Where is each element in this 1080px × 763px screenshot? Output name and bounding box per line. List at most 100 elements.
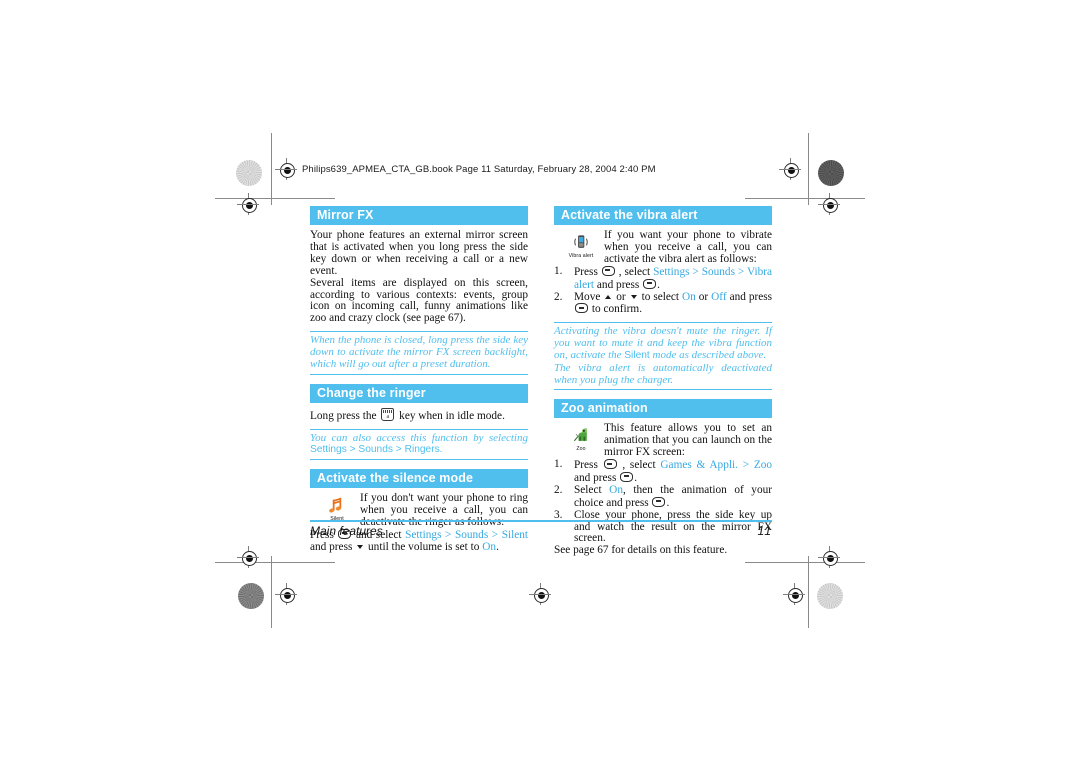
ok-key-icon (603, 459, 617, 470)
silent-icon-box: Silent (310, 493, 360, 522)
registration-mark-bottom-center (529, 583, 551, 605)
zoo-step1-press: Press (574, 459, 598, 472)
zoo-step-1: Press , select Games & Appli. > Zoo and … (554, 459, 772, 485)
zoo-step-2: Select On, then the animation of your ch… (554, 483, 773, 510)
left-column: Mirror FX Your phone features an externa… (310, 206, 528, 569)
vibra-step2-or: or (616, 290, 626, 303)
zoo-step1-select: , select (622, 459, 656, 472)
change-ringer-note: You can also access this function by sel… (310, 428, 528, 461)
ok-key-icon (620, 471, 634, 482)
registration-mark-bottom-left (237, 546, 259, 568)
crop-line-right-vert-b (808, 556, 809, 628)
zoo-path-zoo: Zoo (753, 459, 773, 472)
crop-line-right-vert (808, 133, 809, 205)
vibra-alert-icon-caption: Vibra alert (568, 253, 594, 259)
vibra-note-1-tail: mode as described above. (652, 348, 767, 361)
change-ringer-note-text: You can also access this function by sel… (310, 431, 528, 457)
vibra-step1-and-press: and press (596, 278, 640, 291)
book-file-header: Philips639_APMEA_CTA_GB.book Page 11 Sat… (302, 164, 656, 175)
zoo-path-sep: > (742, 459, 750, 472)
vibra-step2-end: to confirm. (591, 303, 643, 316)
mirror-fx-note-text: When the phone is closed, long press the… (310, 334, 528, 370)
zoo-icon-box: Zoo (554, 423, 604, 452)
mirror-fx-paragraph-1: Your phone features an external mirror s… (310, 229, 528, 277)
page-footer: Main features 11 (310, 520, 772, 538)
zoo-step1-andpress: and press (574, 471, 617, 484)
vibra-alert-steps: Press , select Settings > Sounds > Vibra… (554, 265, 773, 317)
silence-step-and: and (310, 540, 327, 553)
ok-key-icon (575, 303, 588, 314)
vibra-alert-icon-box: Vibra alert (554, 230, 604, 259)
ok-key-icon (643, 278, 657, 289)
registration-mark-mid-left (237, 193, 259, 215)
vibra-step-2: Move or to select On or Off and press to… (554, 290, 773, 317)
change-ringer-instruction: Long press the key when in idle mode. (310, 407, 528, 423)
nav-up-key-icon (605, 294, 612, 299)
nav-down-key-icon (357, 544, 364, 549)
section-heading-silence-mode: Activate the silence mode (310, 469, 528, 489)
vibra-step1-end: . (657, 278, 660, 291)
vibra-path-sounds: Sounds (701, 265, 735, 278)
mirror-fx-note: When the phone is closed, long press the… (310, 331, 528, 375)
change-ringer-note-path: Settings > Sounds > Ringers. (310, 444, 443, 456)
vibra-value-or: or (698, 290, 709, 303)
vibra-step2-move: Move (574, 290, 601, 303)
zoo-step2-end: . (666, 496, 670, 509)
ok-key-icon (652, 496, 666, 507)
vibra-step1-press: Press (574, 265, 598, 278)
two-column-body: Mirror FX Your phone features an externa… (310, 206, 772, 569)
registration-mark-low-left (275, 583, 297, 605)
vibra-note-1: Activating the vibra doesn't mute the ri… (554, 326, 772, 361)
registration-mark-low-right (818, 546, 840, 568)
section-heading-zoo-animation: Zoo animation (554, 399, 772, 419)
vibra-step2-toselect: to select (641, 290, 680, 303)
vibra-path-sep-2: > (737, 265, 745, 278)
vibra-step-1: Press , select Settings > Sounds > Vibra… (554, 265, 772, 292)
hash-key-icon (381, 407, 395, 421)
mirror-fx-paragraph-2: Several items are displayed on this scre… (310, 276, 528, 325)
vibra-alert-note: Activating the vibra doesn't mute the ri… (554, 322, 772, 391)
density-patch-top-right (818, 160, 844, 186)
vibra-step2-andpress: and press (729, 290, 773, 303)
vibra-note-1-silent: Silent (624, 349, 650, 361)
nav-down-key-icon (630, 294, 637, 299)
zoo-see-also: See page 67 for details on this feature. (554, 544, 728, 557)
right-column: Activate the vibra alert Vibra alert If … (554, 206, 772, 569)
density-patch-top-left (236, 160, 262, 186)
density-patch-bottom-left (238, 583, 264, 609)
vibra-value-off: Off (711, 290, 727, 303)
density-patch-bottom-right (817, 583, 843, 609)
change-ringer-text-before: Long press the (310, 409, 377, 422)
change-ringer-text-after: key when in idle mode. (399, 409, 505, 422)
crop-line-left-vert-b (271, 556, 272, 628)
footer-chapter-title: Main features (310, 524, 383, 538)
vibra-alert-phone-icon (574, 235, 588, 248)
silence-step-until: until the volume is set to (368, 540, 480, 553)
section-heading-change-ringer: Change the ringer (310, 383, 528, 403)
vibra-path-sep-1: > (692, 265, 699, 278)
registration-mark-bottom-right (783, 583, 805, 605)
ok-key-icon (601, 265, 615, 276)
vibra-step1-select: , select (618, 265, 651, 278)
silent-musical-note-icon (329, 497, 342, 513)
vibra-note-2: The vibra alert is automatically deactiv… (554, 361, 772, 386)
vibra-path-settings: Settings (653, 265, 690, 278)
zoo-step2-select: Select (574, 483, 602, 496)
zoo-step2-post: , then the animation of your choice and … (574, 483, 773, 509)
change-ringer-note-italic: You can also access this function by sel… (310, 431, 528, 444)
silence-value-on: On (482, 540, 497, 553)
vibra-value-on: On (682, 290, 696, 303)
zoo-icon-caption: Zoo (576, 446, 586, 453)
zoo-intro-block: Zoo This feature allows you to set an an… (554, 423, 772, 459)
section-heading-mirror-fx: Mirror FX (310, 206, 528, 225)
zoo-value-on: On (609, 483, 623, 496)
silence-step-press-2: press (329, 540, 353, 553)
silence-period: . (496, 540, 499, 553)
footer-page-number: 11 (757, 524, 772, 538)
zoo-path-games: Games & Appli. (660, 459, 738, 472)
zoo-animation-icon (573, 428, 587, 442)
zoo-step1-end: . (634, 471, 638, 484)
vibra-alert-intro-block: Vibra alert If you want your phone to vi… (554, 230, 772, 266)
section-heading-vibra-alert: Activate the vibra alert (554, 206, 772, 225)
manual-page: Philips639_APMEA_CTA_GB.book Page 11 Sat… (272, 150, 808, 556)
